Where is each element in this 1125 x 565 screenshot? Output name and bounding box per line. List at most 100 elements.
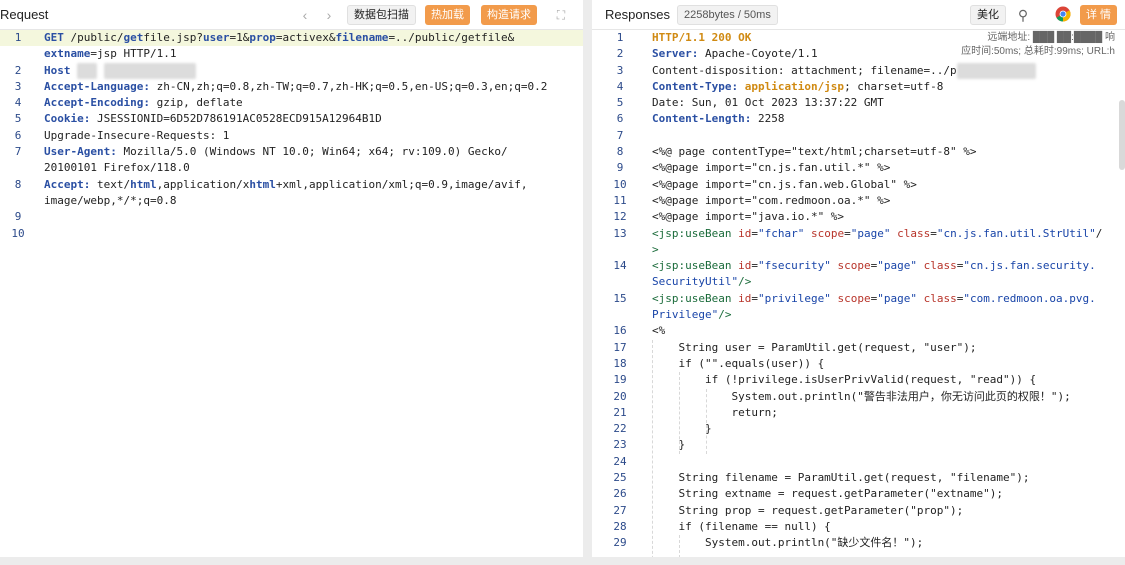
line-number: 1: [14, 31, 22, 44]
response-code-line[interactable]: 23 }: [592, 437, 1125, 453]
response-code-line[interactable]: 8 <%@ page contentType="text/html;charset…: [592, 144, 1125, 160]
response-code-line[interactable]: 26 String extname = request.getParameter…: [592, 486, 1125, 502]
line-number: 5: [14, 112, 22, 126]
response-code-line[interactable]: 21 return;: [592, 405, 1125, 421]
line-number: 7: [616, 128, 624, 142]
response-code-line[interactable]: 22 }: [592, 421, 1125, 437]
chrome-icon[interactable]: [1054, 6, 1072, 24]
scrollbar[interactable]: [1119, 100, 1125, 170]
response-code-line[interactable]: 29 System.out.println("缺少文件名！");: [592, 535, 1125, 551]
line-number: 25: [613, 471, 627, 485]
response-pane: Responses 2258bytes / 50ms 美化 ⚲ 详 情 1 HTT…: [592, 0, 1125, 557]
response-code-line[interactable]: 13 <jsp:useBean id="fchar" scope="page" c…: [592, 226, 1125, 242]
beautify-button[interactable]: 美化: [970, 5, 1006, 25]
line-text: <%@page import="cn.js.fan.web.Global" %>: [652, 177, 917, 191]
response-code-line[interactable]: 11 <%@page import="com.redmoon.oa.*" %>: [592, 193, 1125, 209]
line-number: 26: [613, 487, 627, 501]
line-text: <%@ page contentType="text/html;charset=…: [652, 145, 977, 159]
search-icon[interactable]: ⚲: [1014, 6, 1032, 24]
response-code-line[interactable]: 3 Content-disposition: attachment; filena…: [592, 62, 1125, 79]
response-editor[interactable]: 1 HTTP/1.1 200 OK 2 Server: Apache-Coyote/1…: [592, 30, 1125, 557]
line-number: 8: [616, 145, 624, 159]
response-code-line[interactable]: SecurityUtil"/>: [592, 274, 1125, 290]
response-code-line[interactable]: 4 Content-Type: application/jsp; charset=…: [592, 79, 1125, 95]
line-number: 4: [616, 79, 624, 93]
details-button[interactable]: 详 情: [1080, 5, 1118, 25]
response-code-line[interactable]: 12 <%@page import="java.io.*" %>: [592, 209, 1125, 225]
request-code-line[interactable]: 5 Cookie: JSESSIONID=6D52D786191AC0528ECD…: [0, 111, 583, 127]
request-code-line[interactable]: image/webp,*/*;q=0.8: [0, 193, 583, 209]
response-code-line[interactable]: 25 String filename = ParamUtil.get(reque…: [592, 470, 1125, 486]
line-number: 3: [14, 79, 22, 93]
response-code-line[interactable]: 9 <%@page import="cn.js.fan.util.*" %>: [592, 160, 1125, 176]
request-code-line[interactable]: 7 User-Agent: Mozilla/5.0 (Windows NT 10.…: [0, 144, 583, 160]
response-header: Responses 2258bytes / 50ms 美化 ⚲ 详 情: [592, 0, 1125, 30]
response-code-line[interactable]: 15 <jsp:useBean id="privilege" scope="pag…: [592, 291, 1125, 307]
line-number: 6: [616, 112, 624, 126]
response-code-line[interactable]: 5 Date: Sun, 01 Oct 2023 13:37:22 GMT: [592, 95, 1125, 111]
line-text: HTTP/1.1 200 OK: [652, 31, 752, 44]
request-code-line[interactable]: extname=jsp HTTP/1.1: [0, 46, 583, 62]
response-code-line[interactable]: 16 <%: [592, 323, 1125, 339]
line-text: Accept-Language: zh-CN,zh;q=0.8,zh-TW;q=…: [44, 79, 548, 93]
response-code-line[interactable]: 20 System.out.println("警告非法用户，你无访问此页的权限！…: [592, 389, 1125, 405]
line-text: <jsp:useBean id="fsecurity" scope="page"…: [652, 259, 1096, 273]
response-code-line[interactable]: 10 <%@page import="cn.js.fan.web.Global" …: [592, 177, 1125, 193]
indent-guide: [679, 535, 680, 557]
request-header: Request ‹ › 数据包扫描 热加载 构造请求 ⛶: [0, 0, 583, 30]
line-number: 13: [613, 226, 627, 240]
request-code-line[interactable]: 3 Accept-Language: zh-CN,zh;q=0.8,zh-TW;q…: [0, 79, 583, 95]
line-text: String user = ParamUtil.get(request, "us…: [652, 340, 977, 354]
request-code-line[interactable]: 6 Upgrade-Insecure-Requests: 1: [0, 128, 583, 144]
line-text: >: [652, 242, 659, 256]
response-code-line[interactable]: >: [592, 242, 1125, 258]
response-code-line[interactable]: 17 String user = ParamUtil.get(request, …: [592, 340, 1125, 356]
request-editor[interactable]: 1 GET /public/getfile.jsp?user=1&prop=act…: [0, 30, 583, 557]
line-text: <%@page import="java.io.*" %>: [652, 210, 845, 224]
request-pane: Request ‹ › 数据包扫描 热加载 构造请求 ⛶ 1 GET /publi…: [0, 0, 583, 557]
response-code-line[interactable]: 7: [592, 128, 1125, 144]
line-number: 15: [613, 291, 627, 305]
line-number: 9: [616, 161, 624, 175]
expand-icon[interactable]: ⛶: [552, 6, 570, 24]
line-text: Accept-Encoding: gzip, deflate: [44, 96, 243, 110]
request-code-line[interactable]: 2 Host ███ ██████████████: [0, 62, 583, 79]
line-number: 16: [613, 324, 627, 338]
line-text: <%@page import="cn.js.fan.util.*" %>: [652, 161, 891, 175]
request-code-line[interactable]: 9: [0, 209, 583, 225]
response-code-line[interactable]: Privilege"/>: [592, 307, 1125, 323]
line-number: 21: [613, 405, 627, 419]
request-code-line[interactable]: 1 GET /public/getfile.jsp?user=1&prop=act…: [0, 30, 583, 47]
response-code-line[interactable]: 19 if (!privilege.isUserPrivValid(reques…: [592, 372, 1125, 388]
line-number: 3: [616, 63, 624, 77]
line-text: String filename = ParamUtil.get(request,…: [652, 471, 1030, 485]
request-code-line[interactable]: 8 Accept: text/html,application/xhtml+xml…: [0, 177, 583, 193]
response-code-line[interactable]: 6 Content-Length: 2258: [592, 111, 1125, 127]
build-request-button[interactable]: 构造请求: [481, 5, 537, 25]
request-code-line[interactable]: 4 Accept-Encoding: gzip, deflate: [0, 95, 583, 111]
line-text: String prop = request.getParameter("prop…: [652, 503, 964, 517]
line-number: 23: [613, 438, 627, 452]
response-code-line[interactable]: 18 if ("".equals(user)) {: [592, 356, 1125, 372]
back-arrow-icon[interactable]: ‹: [296, 6, 314, 24]
line-number: 1: [616, 31, 624, 44]
response-code-line[interactable]: 27 String prop = request.getParameter("p…: [592, 503, 1125, 519]
response-code-line[interactable]: 24: [592, 454, 1125, 470]
response-code-line[interactable]: 14 <jsp:useBean id="fsecurity" scope="pag…: [592, 258, 1125, 274]
line-number: 2: [616, 47, 624, 61]
packet-scan-button[interactable]: 数据包扫描: [347, 5, 416, 25]
response-code-line[interactable]: 28 if (filename == null) {: [592, 519, 1125, 535]
request-code-line[interactable]: 20100101 Firefox/118.0: [0, 160, 583, 176]
line-number: 10: [11, 226, 25, 240]
hot-load-button[interactable]: 热加载: [425, 5, 470, 25]
line-number: 6: [14, 128, 22, 142]
line-number: 8: [14, 177, 22, 191]
line-text: <%@page import="com.redmoon.oa.*" %>: [652, 193, 891, 207]
request-code-line[interactable]: 10: [0, 226, 583, 242]
line-text: Upgrade-Insecure-Requests: 1: [44, 128, 230, 142]
line-text: if (!privilege.isUserPrivValid(request, …: [652, 373, 1037, 387]
line-text: Content-Length: 2258: [652, 112, 785, 126]
forward-arrow-icon[interactable]: ›: [320, 6, 338, 24]
line-text: SecurityUtil"/>: [652, 275, 752, 289]
line-text: return;: [652, 405, 778, 419]
